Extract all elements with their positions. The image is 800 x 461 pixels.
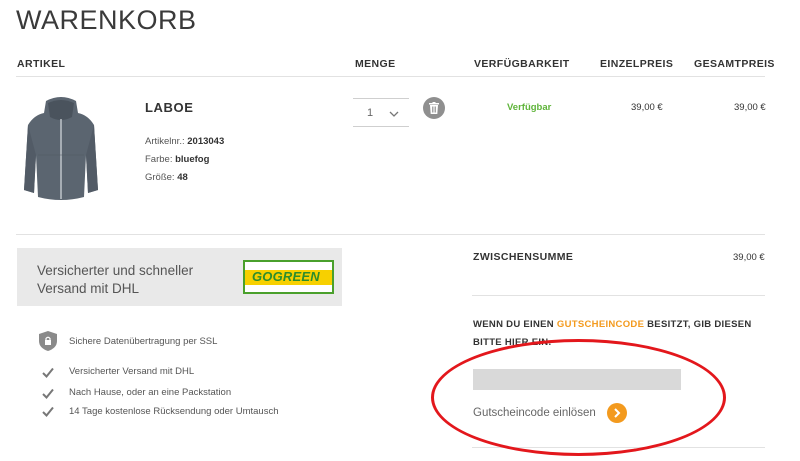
subtotal-value: 39,00 € <box>733 252 765 263</box>
coupon-text-before: WENN DU EINEN <box>473 319 557 330</box>
availability-status: Verfügbar <box>507 102 552 113</box>
trash-icon <box>429 102 439 114</box>
shipping-banner-text: Versicherter und schneller Versand mit D… <box>37 263 194 296</box>
header-artikel: ARTIKEL <box>17 58 66 70</box>
dhl-gogreen-logo: GOGREEN <box>243 260 334 294</box>
color-label: Farbe: <box>145 154 173 165</box>
product-color: Farbe: bluefog <box>145 154 209 165</box>
totals-divider <box>472 295 765 296</box>
color-value: bluefog <box>175 154 210 165</box>
item-divider <box>16 234 765 235</box>
header-gesamtpreis: GESAMTPREIS <box>694 58 775 70</box>
product-image[interactable] <box>18 95 104 205</box>
logo-text: GOGREEN <box>252 269 320 284</box>
lock-shield-icon <box>38 331 58 356</box>
product-size: Größe: 48 <box>145 172 188 183</box>
subtotal-label: ZWISCHENSUMME <box>473 251 574 263</box>
check-icon <box>42 386 54 404</box>
header-einzelpreis: EINZELPREIS <box>600 58 674 70</box>
check-icon <box>42 404 54 422</box>
product-article-number: Artikelnr.: 2013043 <box>145 136 224 147</box>
feature-returns: 14 Tage kostenlose Rücksendung oder Umta… <box>69 406 279 417</box>
chevron-down-icon <box>388 107 400 119</box>
quantity-select[interactable]: 1 <box>353 98 409 127</box>
check-icon <box>42 365 54 383</box>
coupon-highlight: GUTSCHEINCODE <box>556 319 645 330</box>
feature-dhl: Versicherter Versand mit DHL <box>69 366 195 377</box>
product-name[interactable]: LABOE <box>145 100 194 115</box>
article-label: Artikelnr.: <box>145 136 185 147</box>
total-price: 39,00 € <box>734 102 766 113</box>
feature-packstation: Nach Hause, oder an eine Packstation <box>69 387 232 398</box>
unit-price: 39,00 € <box>631 102 663 113</box>
article-value: 2013043 <box>187 136 225 147</box>
annotation-ellipse <box>431 339 726 456</box>
header-menge: MENGE <box>355 58 396 70</box>
header-verfuegbarkeit: VERFÜGBARKEIT <box>474 58 570 70</box>
feature-ssl: Sichere Datenübertragung per SSL <box>69 336 218 347</box>
delete-item-button[interactable] <box>423 97 445 119</box>
quantity-value: 1 <box>367 107 374 119</box>
header-divider <box>16 76 765 77</box>
size-label: Größe: <box>145 172 175 183</box>
page-title: WARENKORB <box>16 5 197 35</box>
size-value: 48 <box>177 172 188 183</box>
